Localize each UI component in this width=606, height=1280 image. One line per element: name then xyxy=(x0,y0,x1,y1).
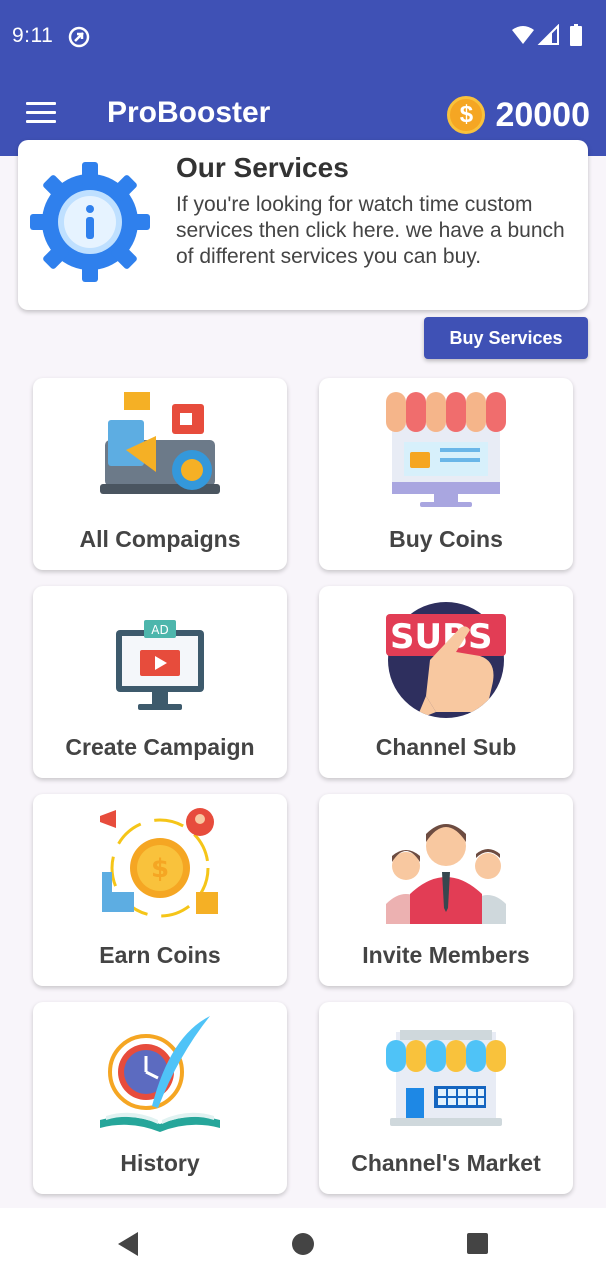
services-card[interactable]: Our Services If you're looking for watch… xyxy=(18,140,588,310)
tile-label: Channel's Market xyxy=(351,1150,541,1176)
tile-label: Channel Sub xyxy=(375,734,517,760)
recent-apps-icon[interactable] xyxy=(467,1233,488,1254)
services-description: If you're looking for watch time custom … xyxy=(176,193,565,268)
subscribe-icon: SUBS xyxy=(386,602,506,718)
info-gear-icon xyxy=(30,162,150,282)
services-title: Our Services xyxy=(176,152,349,183)
ad-monitor-icon: AD xyxy=(116,620,204,710)
tile-all-campaigns[interactable]: All Compaigns xyxy=(33,378,287,570)
coin-earn-icon: $ xyxy=(100,808,218,918)
tile-label: All Compaigns xyxy=(79,526,241,552)
tile-earn-coins[interactable]: $ Earn Coins xyxy=(33,794,287,986)
tile-channels-market[interactable]: Channel's Market xyxy=(319,1002,573,1194)
status-bar: 9:11 xyxy=(0,0,606,72)
market-icon xyxy=(386,1030,506,1126)
coin-balance: $ 20000 xyxy=(447,94,590,136)
buy-services-button[interactable]: Buy Services xyxy=(424,317,588,359)
coin-count: 20000 xyxy=(495,95,590,134)
tile-label: History xyxy=(120,1150,200,1176)
home-icon[interactable] xyxy=(292,1233,314,1255)
app-notification-icon xyxy=(68,26,90,48)
tile-label: Buy Coins xyxy=(389,526,503,552)
back-icon[interactable] xyxy=(116,1230,140,1258)
shop-icon xyxy=(386,392,506,507)
tile-label: Invite Members xyxy=(362,942,530,968)
tile-label: Earn Coins xyxy=(99,942,221,968)
tile-channel-sub[interactable]: SUBS Channel Sub xyxy=(319,586,573,778)
coin-icon: $ xyxy=(447,96,486,134)
history-icon xyxy=(100,1016,220,1132)
campaigns-icon xyxy=(100,392,220,494)
system-nav-bar xyxy=(0,1208,606,1280)
status-time: 9:11 xyxy=(12,24,54,47)
tile-invite-members[interactable]: Invite Members xyxy=(319,794,573,986)
signal-battery-icons xyxy=(512,24,582,46)
tile-create-campaign[interactable]: AD Create Campaign xyxy=(33,586,287,778)
tile-label: Create Campaign xyxy=(65,734,255,760)
svg-text:$: $ xyxy=(151,854,169,884)
svg-text:AD: AD xyxy=(151,623,168,637)
app-title: ProBooster xyxy=(107,96,271,129)
menu-icon[interactable] xyxy=(26,102,56,124)
members-icon xyxy=(386,824,506,924)
tile-buy-coins[interactable]: Buy Coins xyxy=(319,378,573,570)
tile-history[interactable]: History xyxy=(33,1002,287,1194)
